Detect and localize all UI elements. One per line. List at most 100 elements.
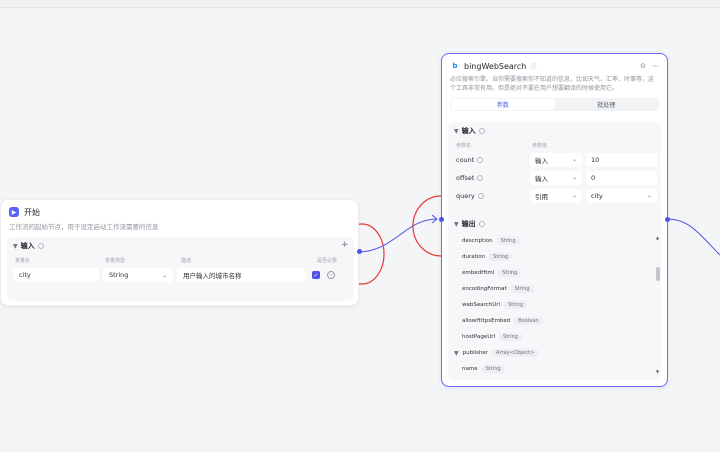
param-label: offset [452,174,526,182]
plugin-output-header[interactable]: ▼ 输出 [448,215,661,233]
output-field-name: webSearchUrl [462,302,501,308]
info-icon [477,192,484,199]
output-field: duration String [448,249,661,265]
output-scrollbar[interactable]: ▲ ▼ [655,235,660,375]
output-field-type: String [489,253,513,261]
plugin-tabs: 参数 批处理 [450,98,659,112]
chevron-down-icon: ⌄ [646,192,652,199]
output-field-type: String [498,269,522,277]
tab-batch[interactable]: 批处理 [555,99,659,110]
param-label: count [452,156,526,164]
chevron-down-icon: ⌄ [161,271,167,279]
output-field: allowHttpsEmbed Boolean [448,313,661,329]
param-mode-select[interactable]: 输入 ⌄ [530,152,582,167]
workflow-canvas[interactable]: ▶ 开始 工作流的起始节点，用于设定启动工作流需要的信息 ▼ 输入 变量名 变量… [0,0,720,452]
output-field: embedHtml String [448,265,661,281]
output-field: hostPageUrl String [448,329,661,345]
add-variable-icon[interactable]: + [341,240,349,250]
plugin-input-columns: 参数名 参数值 [448,142,661,149]
start-icon: ▶ [9,207,19,217]
var-name-input[interactable]: city [13,268,99,282]
param-ref-value: city [591,191,603,200]
edge-start-to-plugin [359,218,437,253]
edge-plugin-out [666,218,720,256]
start-output-port[interactable] [357,249,362,254]
output-field-name: duration [462,254,486,260]
col-var-desc: 描述 [181,258,192,264]
start-input-row: city String ⌄ 用户输入的城市名称 ✓ − [7,268,354,282]
plugin-input-title: 输入 [461,127,476,135]
plugin-info-icon[interactable]: ⓘ [530,62,536,71]
plugin-node-bingwebsearch[interactable]: b bingWebSearch ⓘ ⊙ ⋯ 必应搜索引擎。当你需要搜索你不知道的… [441,53,668,387]
param-label: query [452,192,526,200]
var-desc-input[interactable]: 用户输入的城市名称 [177,268,305,282]
required-checkbox[interactable]: ✓ [312,271,320,279]
param-value-input[interactable]: 0 [586,170,657,185]
plugin-node-header: b bingWebSearch ⓘ ⊙ ⋯ [442,54,667,72]
info-icon [477,156,484,163]
output-field-name: hostPageUrl [462,334,496,340]
tab-params[interactable]: 参数 [451,99,555,111]
plugin-output-section: ▼ 输出 description String duration String em… [448,215,661,380]
run-icon[interactable]: ⊙ [640,62,646,70]
more-icon[interactable]: ⋯ [652,62,659,70]
collapse-caret-icon[interactable]: ▼ [454,128,459,135]
param-row-count: count 输入 ⌄ 10 [448,152,661,167]
expand-caret-icon[interactable]: ▼ [454,350,459,357]
start-node-title: 开始 [24,207,40,217]
output-field-name: embedHtml [462,270,495,276]
start-input-columns: 变量名 变量类型 描述 是否必要 [7,257,354,264]
output-field-name: publisher [462,350,489,356]
param-row-offset: offset 输入 ⌄ 0 [448,170,661,185]
scroll-down-arrow-icon[interactable]: ▼ [656,369,659,374]
output-field-name: name [462,366,478,372]
output-field-name: allowHttpsEmbed [462,318,511,324]
remove-row-icon[interactable]: − [327,271,335,279]
plugin-node-title: bingWebSearch [464,61,527,71]
scroll-up-arrow-icon[interactable]: ▲ [656,235,659,240]
param-mode-select[interactable]: 输入 ⌄ [530,170,582,185]
plugin-output-title: 输出 [461,220,476,228]
col-param-name: 参数名 [456,143,472,149]
start-input-section-header[interactable]: ▼ 输入 [7,237,354,255]
param-reference-select[interactable]: city ⌄ [586,188,657,203]
output-field: name String [448,361,661,377]
plugin-input-header[interactable]: ▼ 输入 [448,122,661,140]
output-field-type: String [499,333,522,341]
var-type-select[interactable]: String ⌄ [103,268,173,282]
collapse-caret-icon[interactable]: ▼ [454,221,459,228]
col-var-type: 变量类型 [105,258,126,264]
col-param-value: 参数值 [532,143,548,149]
output-field-name: description [462,238,493,244]
param-value-input[interactable]: 10 [586,152,657,167]
output-field-type: String [504,301,528,309]
collapse-caret-icon[interactable]: ▼ [13,243,18,250]
output-field-name: encodingFormat [462,286,507,292]
output-field-type: String [510,285,534,293]
col-var-name: 变量名 [15,258,31,264]
plugin-output-port[interactable] [665,217,670,222]
output-field: encodingFormat String [448,281,661,297]
scroll-thumb[interactable] [656,267,660,281]
param-name: query [456,191,475,200]
start-node[interactable]: ▶ 开始 工作流的起始节点，用于设定启动工作流需要的信息 ▼ 输入 变量名 变量… [0,199,359,306]
output-field: webSearchUrl String [448,297,661,313]
col-required: 是否必要 [317,258,338,264]
param-mode-select[interactable]: 引用 ⌄ [530,188,582,203]
output-field-type: String [496,237,520,245]
plugin-node-description: 必应搜索引擎。当你需要搜索你不知道的信息，比如天气、汇率、时事等，这个工具非常有… [450,76,655,92]
start-node-header: ▶ 开始 [1,200,358,218]
info-icon [478,221,485,227]
param-mode: 引用 [535,192,548,201]
param-name: offset [456,173,475,182]
start-input-section: ▼ 输入 变量名 变量类型 描述 是否必要 city String ⌄ 用户输入… [7,237,354,301]
output-field-type: Array<Object> [492,349,539,357]
bing-logo-icon: b [452,62,458,70]
chevron-down-icon: ⌄ [571,192,577,199]
param-mode: 输入 [535,174,548,183]
start-node-description: 工作流的起始节点，用于设定启动工作流需要的信息 [9,223,159,231]
plugin-input-port[interactable] [439,217,444,222]
required-checkbox-wrap: ✓ [309,271,323,279]
param-row-query: query 引用 ⌄ city ⌄ [448,188,661,203]
output-field-type: String [481,365,505,373]
